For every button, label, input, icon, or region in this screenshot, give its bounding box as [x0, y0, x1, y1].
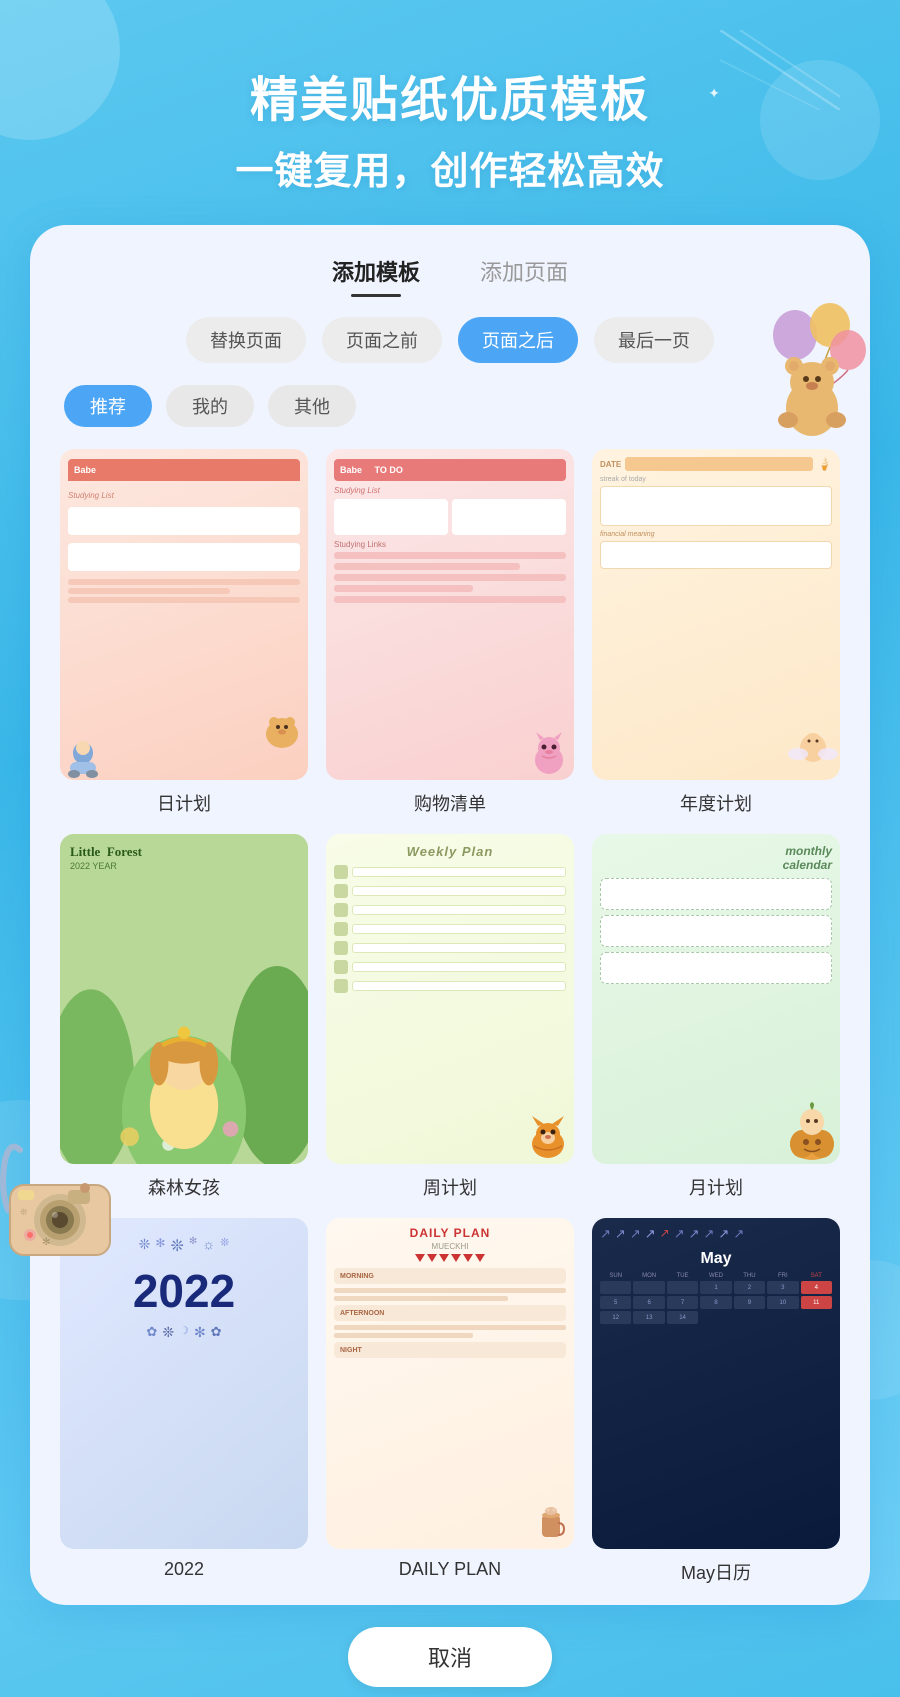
template-item-daily[interactable]: DAILY PLAN MUECKHI MORNING — [326, 1218, 574, 1585]
filter-other-tag[interactable]: 其他 — [268, 385, 356, 427]
template-thumb-rijihua: Babe Studying List — [60, 449, 308, 780]
tab-add-template[interactable]: 添加模板 — [332, 255, 420, 293]
daily-plan-title: DAILY PLAN — [334, 1226, 566, 1240]
tabs-row: 添加模板 添加页面 — [60, 255, 840, 293]
template-thumb-senlin: Little Forest 2022 YEAR — [60, 834, 308, 1165]
template-thumb-may: ↗ ↗ ↗ ↗ ↗ ↗ ↗ ↗ ↗ ↗ May SU — [592, 1218, 840, 1549]
template-thumb-yue: monthlycalendar — [592, 834, 840, 1165]
may-calendar-title: May — [600, 1250, 832, 1268]
template-thumb-zhou: Weekly Plan — [326, 834, 574, 1165]
template-grid: Babe Studying List — [60, 449, 840, 1585]
camera-decoration: ✻ ❊ — [0, 1130, 130, 1260]
template-item-yue[interactable]: monthlycalendar — [592, 834, 840, 1201]
position-last-button[interactable]: 最后一页 — [594, 317, 714, 363]
template-label-niandu: 年度计划 — [680, 790, 752, 816]
position-before-button[interactable]: 页面之前 — [322, 317, 442, 363]
template-label-senlin: 森林女孩 — [148, 1174, 220, 1200]
bear-balloon-decoration — [750, 300, 870, 440]
template-item-gouwu[interactable]: Babe TO DO Studying List Studying Links — [326, 449, 574, 816]
position-after-button[interactable]: 页面之后 — [458, 317, 578, 363]
template-item-zhou[interactable]: Weekly Plan — [326, 834, 574, 1201]
template-label-may: May日历 — [681, 1559, 751, 1585]
svg-text:❊: ❊ — [20, 1207, 28, 1217]
header-title-line1: 精美贴纸优质模板 — [0, 60, 900, 130]
header-section: 精美贴纸优质模板 一键复用，创作轻松高效 — [0, 0, 900, 225]
template-label-rijihua: 日计划 — [157, 790, 211, 816]
template-item-rijihua[interactable]: Babe Studying List — [60, 449, 308, 816]
header-title-line2: 一键复用，创作轻松高效 — [0, 140, 900, 195]
template-label-yue: 月计划 — [689, 1174, 743, 1200]
template-label-zhou: 周计划 — [423, 1174, 477, 1200]
template-item-2022[interactable]: ❊ ✻ ❊ ✻ ☼ ❊ 2022 ✿ ❊ ☽ ✻ ✿ — [60, 1218, 308, 1585]
tab-add-page[interactable]: 添加页面 — [480, 255, 568, 293]
year-2022-label: 2022 — [68, 1268, 300, 1314]
template-item-may[interactable]: ↗ ↗ ↗ ↗ ↗ ↗ ↗ ↗ ↗ ↗ May SU — [592, 1218, 840, 1585]
filter-mine-tag[interactable]: 我的 — [166, 385, 254, 427]
template-thumb-daily: DAILY PLAN MUECKHI MORNING — [326, 1218, 574, 1549]
filter-recommend-tag[interactable]: 推荐 — [64, 385, 152, 427]
template-item-niandu[interactable]: DATE 🍦 streak of today financial meaning — [592, 449, 840, 816]
template-thumb-2022: ❊ ✻ ❊ ✻ ☼ ❊ 2022 ✿ ❊ ☽ ✻ ✿ — [60, 1218, 308, 1549]
position-buttons-row: 替换页面 页面之前 页面之后 最后一页 — [60, 317, 840, 363]
template-thumb-niandu: DATE 🍦 streak of today financial meaning — [592, 449, 840, 780]
main-card: 添加模板 添加页面 替换页面 页面之前 页面之后 最后一页 推荐 我的 其他 B… — [30, 225, 870, 1605]
weekly-plan-label: Weekly Plan — [334, 844, 566, 859]
cancel-button[interactable]: 取消 — [348, 1627, 552, 1687]
cancel-bar: 取消 — [0, 1605, 900, 1697]
template-thumb-gouwu: Babe TO DO Studying List Studying Links — [326, 449, 574, 780]
position-replace-button[interactable]: 替换页面 — [186, 317, 306, 363]
svg-text:✻: ✻ — [42, 1237, 50, 1248]
filter-tags-row: 推荐 我的 其他 — [60, 385, 840, 427]
template-label-daily: DAILY PLAN — [399, 1559, 501, 1580]
template-label-2022: 2022 — [164, 1559, 204, 1580]
template-label-gouwu: 购物清单 — [414, 790, 486, 816]
